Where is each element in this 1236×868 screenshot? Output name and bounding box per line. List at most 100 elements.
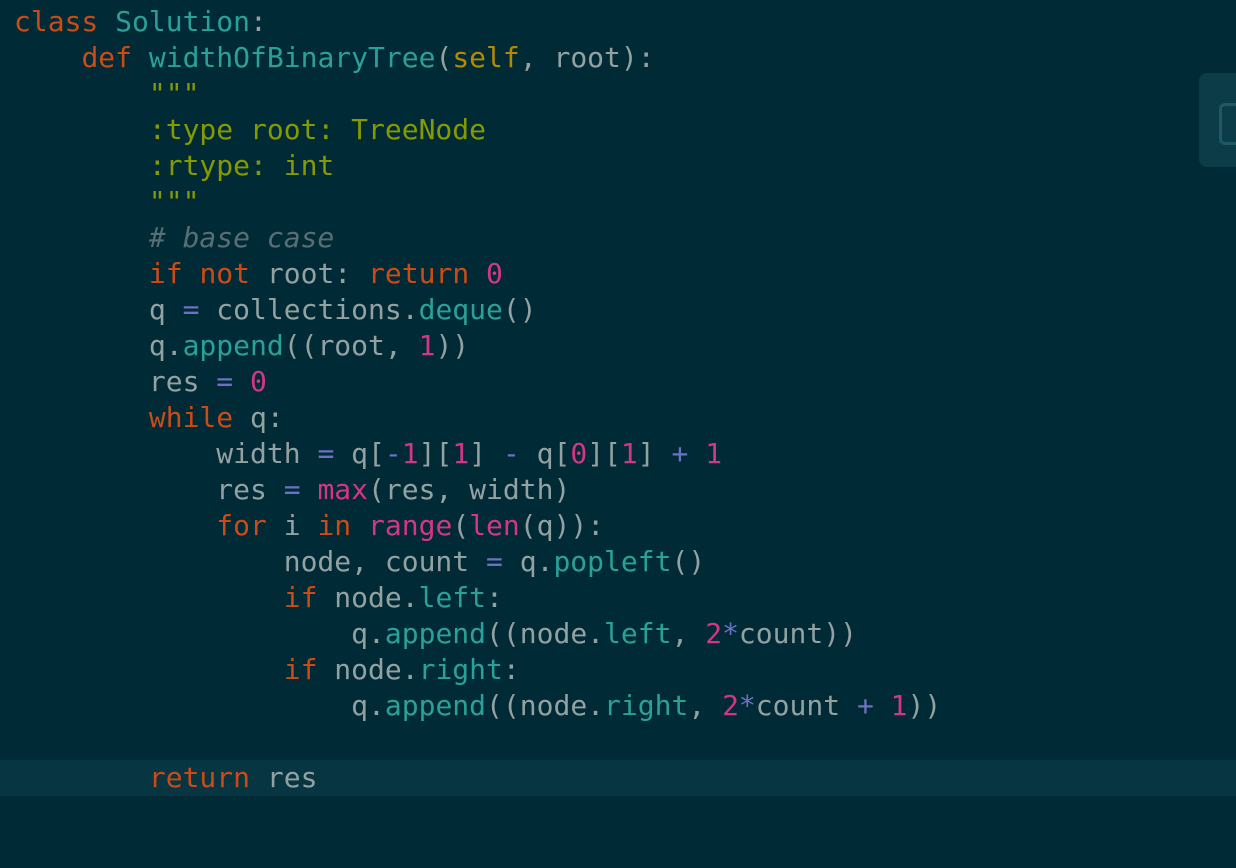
code-line[interactable]: def widthOfBinaryTree(self, root): bbox=[14, 40, 1236, 76]
code-token: range bbox=[368, 509, 453, 542]
code-token: + bbox=[671, 437, 689, 470]
code-token: """ bbox=[148, 77, 200, 110]
code-token: len bbox=[469, 509, 520, 542]
code-token: 1 bbox=[418, 329, 436, 362]
code-token: , root): bbox=[519, 41, 655, 74]
side-panel-tab[interactable] bbox=[1199, 73, 1236, 167]
code-token: - bbox=[384, 437, 402, 470]
code-line[interactable]: for i in range(len(q)): bbox=[14, 508, 1236, 544]
code-token: if bbox=[283, 581, 318, 614]
code-token: ((node. bbox=[486, 689, 605, 722]
code-line[interactable] bbox=[14, 724, 1236, 760]
code-token: collections. bbox=[199, 293, 419, 326]
code-token: right bbox=[418, 653, 503, 686]
code-token: append bbox=[384, 617, 487, 650]
code-area[interactable]: class Solution: def widthOfBinaryTree(se… bbox=[0, 4, 1236, 796]
code-token: deque bbox=[418, 293, 503, 326]
code-line[interactable]: if node.left: bbox=[14, 580, 1236, 616]
code-token: : bbox=[250, 5, 267, 38]
code-token: 1 bbox=[620, 437, 638, 470]
code-token: = bbox=[216, 365, 234, 398]
code-line[interactable]: if not root: return 0 bbox=[14, 256, 1236, 292]
code-token: q. bbox=[14, 329, 183, 362]
code-token: ] bbox=[637, 437, 672, 470]
code-token: : bbox=[486, 581, 503, 614]
code-token: widthOfBinaryTree bbox=[148, 41, 436, 74]
code-line[interactable]: """ bbox=[14, 76, 1236, 112]
code-token: node, count bbox=[14, 545, 487, 578]
code-token: while bbox=[148, 401, 234, 434]
code-token: , bbox=[688, 689, 723, 722]
code-token: = bbox=[283, 473, 301, 506]
code-token: 1 bbox=[452, 437, 470, 470]
code-token: 0 bbox=[570, 437, 588, 470]
code-token: - bbox=[502, 437, 520, 470]
code-token: not bbox=[199, 257, 251, 290]
code-token: = bbox=[182, 293, 200, 326]
code-line[interactable]: q.append((root, 1)) bbox=[14, 328, 1236, 364]
code-token: : bbox=[502, 653, 520, 686]
code-line[interactable]: node, count = q.popleft() bbox=[14, 544, 1236, 580]
code-token: left bbox=[418, 581, 487, 614]
code-token: return bbox=[368, 257, 470, 290]
code-token: 0 bbox=[250, 365, 267, 398]
code-token: = bbox=[486, 545, 503, 578]
code-token: ] bbox=[469, 437, 503, 470]
code-token: for bbox=[216, 509, 267, 542]
code-line[interactable]: res = 0 bbox=[14, 364, 1236, 400]
code-token: right bbox=[604, 689, 689, 722]
code-line[interactable]: # base case bbox=[14, 220, 1236, 256]
code-line[interactable]: res = max(res, width) bbox=[14, 472, 1236, 508]
code-token: () bbox=[671, 545, 706, 578]
code-token: ][ bbox=[418, 437, 453, 470]
code-token: , bbox=[671, 617, 706, 650]
code-token: q. bbox=[14, 689, 385, 722]
code-token: ((root, bbox=[283, 329, 419, 362]
code-token: i bbox=[266, 509, 318, 542]
code-token: count)) bbox=[738, 617, 857, 650]
code-line[interactable]: if node.right: bbox=[14, 652, 1236, 688]
code-token: 1 bbox=[401, 437, 419, 470]
code-token: res bbox=[14, 365, 217, 398]
code-token: )) bbox=[907, 689, 942, 722]
code-editor[interactable]: class Solution: def widthOfBinaryTree(se… bbox=[0, 0, 1236, 868]
code-line[interactable]: q.append((node.left, 2*count)) bbox=[14, 616, 1236, 652]
code-line[interactable]: class Solution: bbox=[14, 4, 1236, 40]
code-line[interactable]: :rtype: int bbox=[14, 148, 1236, 184]
code-line[interactable]: q.append((node.right, 2*count + 1)) bbox=[14, 688, 1236, 724]
code-token: * bbox=[738, 689, 756, 722]
code-line[interactable]: q = collections.deque() bbox=[14, 292, 1236, 328]
code-token: append bbox=[182, 329, 284, 362]
code-token: self bbox=[452, 41, 520, 74]
code-line[interactable]: :type root: TreeNode bbox=[14, 112, 1236, 148]
code-token: width bbox=[14, 437, 318, 470]
code-token: q[ bbox=[334, 437, 385, 470]
code-token: """ bbox=[148, 185, 200, 218]
code-line[interactable]: return res bbox=[0, 760, 1236, 796]
code-token: = bbox=[317, 437, 335, 470]
code-token: def bbox=[81, 41, 133, 74]
code-token: :rtype: int bbox=[148, 149, 335, 182]
code-line[interactable]: while q: bbox=[14, 400, 1236, 436]
code-line[interactable]: width = q[-1][1] - q[0][1] + 1 bbox=[14, 436, 1236, 472]
code-line[interactable]: """ bbox=[14, 184, 1236, 220]
code-token: append bbox=[384, 689, 487, 722]
code-token: class bbox=[14, 5, 99, 38]
code-token: # base case bbox=[148, 221, 335, 254]
code-token: (q)): bbox=[519, 509, 605, 542]
code-token: node. bbox=[317, 653, 419, 686]
